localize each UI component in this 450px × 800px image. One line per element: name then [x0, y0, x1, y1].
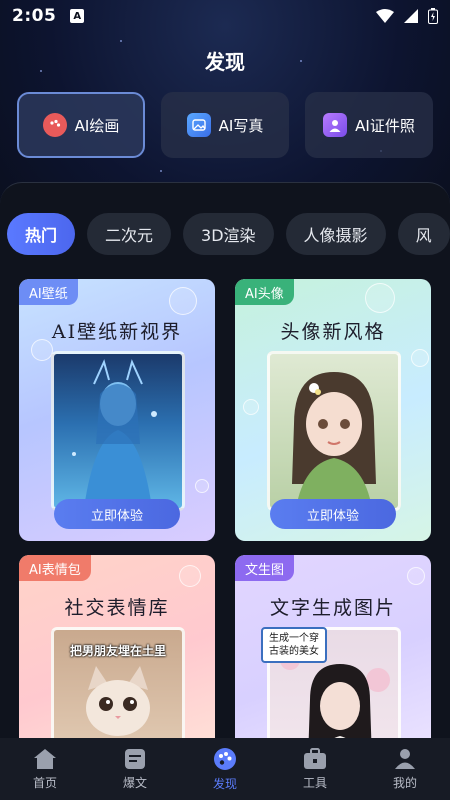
card-title: 头像新风格 [280, 321, 386, 343]
nav-home[interactable]: 首页 [15, 748, 75, 791]
wifi-icon [376, 9, 394, 23]
feature-ai-painting-button[interactable]: AI绘画 [17, 92, 145, 158]
status-time: 2:05 [12, 6, 57, 26]
card-title: AI壁纸新视界 [51, 321, 183, 343]
card-title: 社交表情库 [64, 597, 170, 619]
card-ai-wallpaper[interactable]: AI壁纸 AI壁纸新视界 立即体验 [19, 279, 215, 541]
article-icon [125, 748, 145, 769]
toolbox-icon [304, 747, 326, 769]
feature-ai-portrait-button[interactable]: AI写真 [161, 92, 289, 158]
card-image-kitten: 把男朋友埋在土里 [51, 627, 185, 738]
category-tab-style[interactable]: 风 [397, 213, 450, 255]
nav-label: 工具 [302, 775, 327, 790]
status-bar: 2:05 A [0, 0, 450, 32]
nav-label: 爆文 [122, 775, 147, 790]
feature-row: AI绘画 AI写真 AI证件照 [17, 92, 433, 158]
id-photo-icon [323, 113, 348, 137]
category-tab-portrait[interactable]: 人像摄影 [285, 213, 386, 255]
feature-label: AI绘画 [74, 116, 120, 135]
decor-bubble [411, 349, 429, 367]
page-title: 发现 [205, 50, 245, 74]
palette-icon [42, 113, 67, 137]
card-text-to-image[interactable]: 文生图 文字生成图片 生成一个穿古装的美女 [235, 555, 431, 738]
decor-bubble [243, 399, 259, 415]
decor-bubble [195, 479, 209, 493]
nav-articles[interactable]: 爆文 [105, 748, 165, 791]
category-tab-anime[interactable]: 二次元 [87, 213, 172, 255]
photo-icon [186, 113, 211, 137]
decor-bubble [407, 567, 425, 585]
category-tab-hot[interactable]: 热门 [7, 213, 76, 255]
card-image-ice-fairy [51, 351, 185, 511]
card-badge: AI壁纸 [19, 279, 78, 305]
decor-bubble [179, 565, 201, 587]
category-tab-3d[interactable]: 3D渲染 [183, 213, 274, 255]
card-badge: AI表情包 [19, 555, 91, 581]
discover-palette-icon [214, 747, 236, 770]
card-badge: AI头像 [235, 279, 294, 305]
feature-label: AI写真 [218, 116, 264, 135]
nav-profile[interactable]: 我的 [375, 748, 435, 791]
nav-label: 我的 [392, 775, 417, 790]
battery-icon [428, 8, 438, 24]
signal-icon [404, 9, 418, 23]
nav-discover[interactable]: 发现 [195, 747, 255, 792]
content-panel: 热门 二次元 3D渲染 人像摄影 风 AI壁纸 AI壁纸新视界 立即体验 AI头… [0, 182, 450, 738]
category-tabs: 热门 二次元 3D渲染 人像摄影 风 [7, 213, 450, 255]
nav-label: 首页 [32, 775, 57, 790]
try-now-button[interactable]: 立即体验 [270, 499, 396, 529]
try-now-button[interactable]: 立即体验 [54, 499, 180, 529]
decor-bubble [365, 283, 395, 313]
profile-icon [395, 748, 415, 769]
feature-label: AI证件照 [355, 116, 415, 135]
card-ai-stickers[interactable]: AI表情包 社交表情库 把男朋友埋在土里 [19, 555, 215, 738]
nav-label: 发现 [212, 776, 237, 791]
app-notification-icon: A [70, 9, 85, 23]
card-title: 文字生成图片 [269, 597, 396, 619]
card-badge: 文生图 [235, 555, 295, 581]
text-prompt-bubble: 生成一个穿古装的美女 [261, 627, 327, 663]
card-ai-avatar[interactable]: AI头像 头像新风格 立即体验 [235, 279, 431, 541]
bottom-nav: 首页 爆文 发现 工具 我的 [0, 738, 450, 800]
decor-bubble [169, 287, 197, 315]
home-icon [34, 748, 56, 769]
card-image-anime-girl [267, 351, 401, 511]
feature-ai-id-photo-button[interactable]: AI证件照 [305, 92, 433, 158]
nav-tools[interactable]: 工具 [285, 747, 345, 791]
